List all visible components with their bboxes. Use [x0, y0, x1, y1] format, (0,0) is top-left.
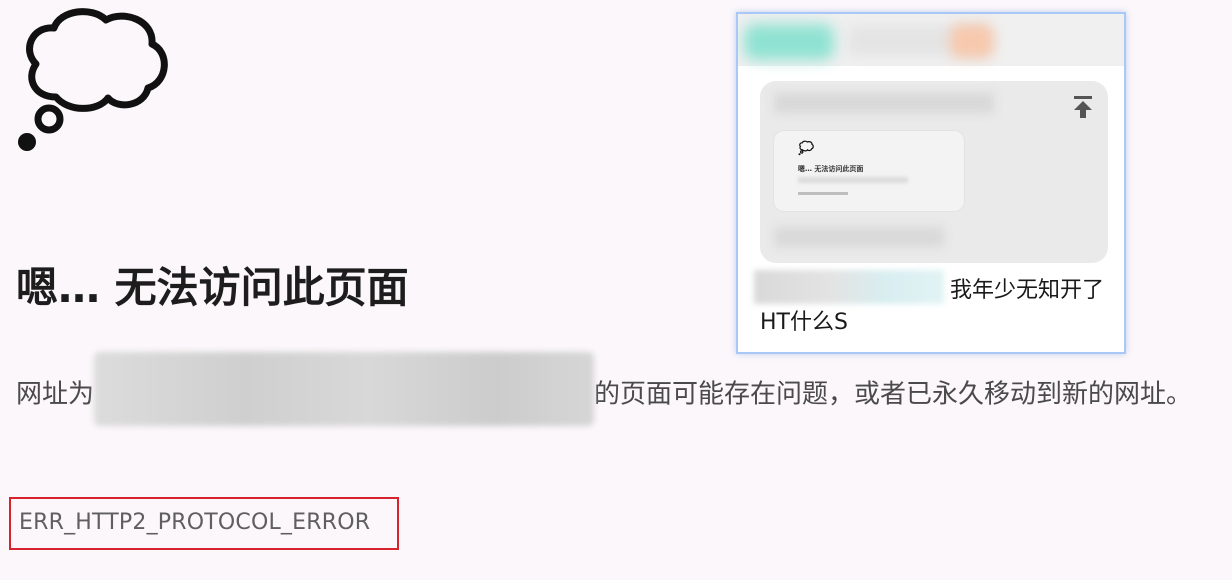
screenshot-preview[interactable]: 嗯… 无法访问此页面 — [760, 81, 1108, 263]
error-code: ERR_HTTP2_PROTOCOL_ERROR — [19, 510, 371, 535]
description-prefix: 网址为 — [16, 379, 95, 410]
redacted-panel-text — [774, 93, 994, 113]
card-header — [738, 14, 1124, 66]
thought-cloud-icon — [18, 8, 168, 151]
redacted-url — [94, 352, 595, 426]
error-description: 网址为 的页面可能存在问题，或者已永久移动到新的网址。 — [16, 352, 1221, 426]
thumbnail-image[interactable]: 嗯… 无法访问此页面 — [774, 131, 964, 211]
share-preview-card[interactable]: 嗯… 无法访问此页面 我年少无知开了HT什么S — [736, 12, 1126, 354]
thought-cloud-icon — [798, 140, 814, 156]
thumbnail-title: 嗯… 无法访问此页面 — [798, 165, 864, 173]
card-caption: 我年少无知开了HT什么S — [760, 278, 1105, 335]
upload-to-top-icon[interactable] — [1072, 95, 1094, 119]
page-title: 嗯… 无法访问此页面 — [16, 263, 409, 312]
redacted-badge — [950, 24, 994, 58]
redacted-avatar — [744, 24, 834, 60]
redacted-panel-footer — [774, 227, 944, 247]
thumbnail-redacted-line — [798, 177, 908, 183]
description-suffix: 的页面可能存在问题，或者已永久移动到新的网址。 — [594, 379, 1193, 410]
thumbnail-error-code — [798, 192, 848, 195]
error-code-highlight: ERR_HTTP2_PROTOCOL_ERROR — [9, 497, 399, 550]
